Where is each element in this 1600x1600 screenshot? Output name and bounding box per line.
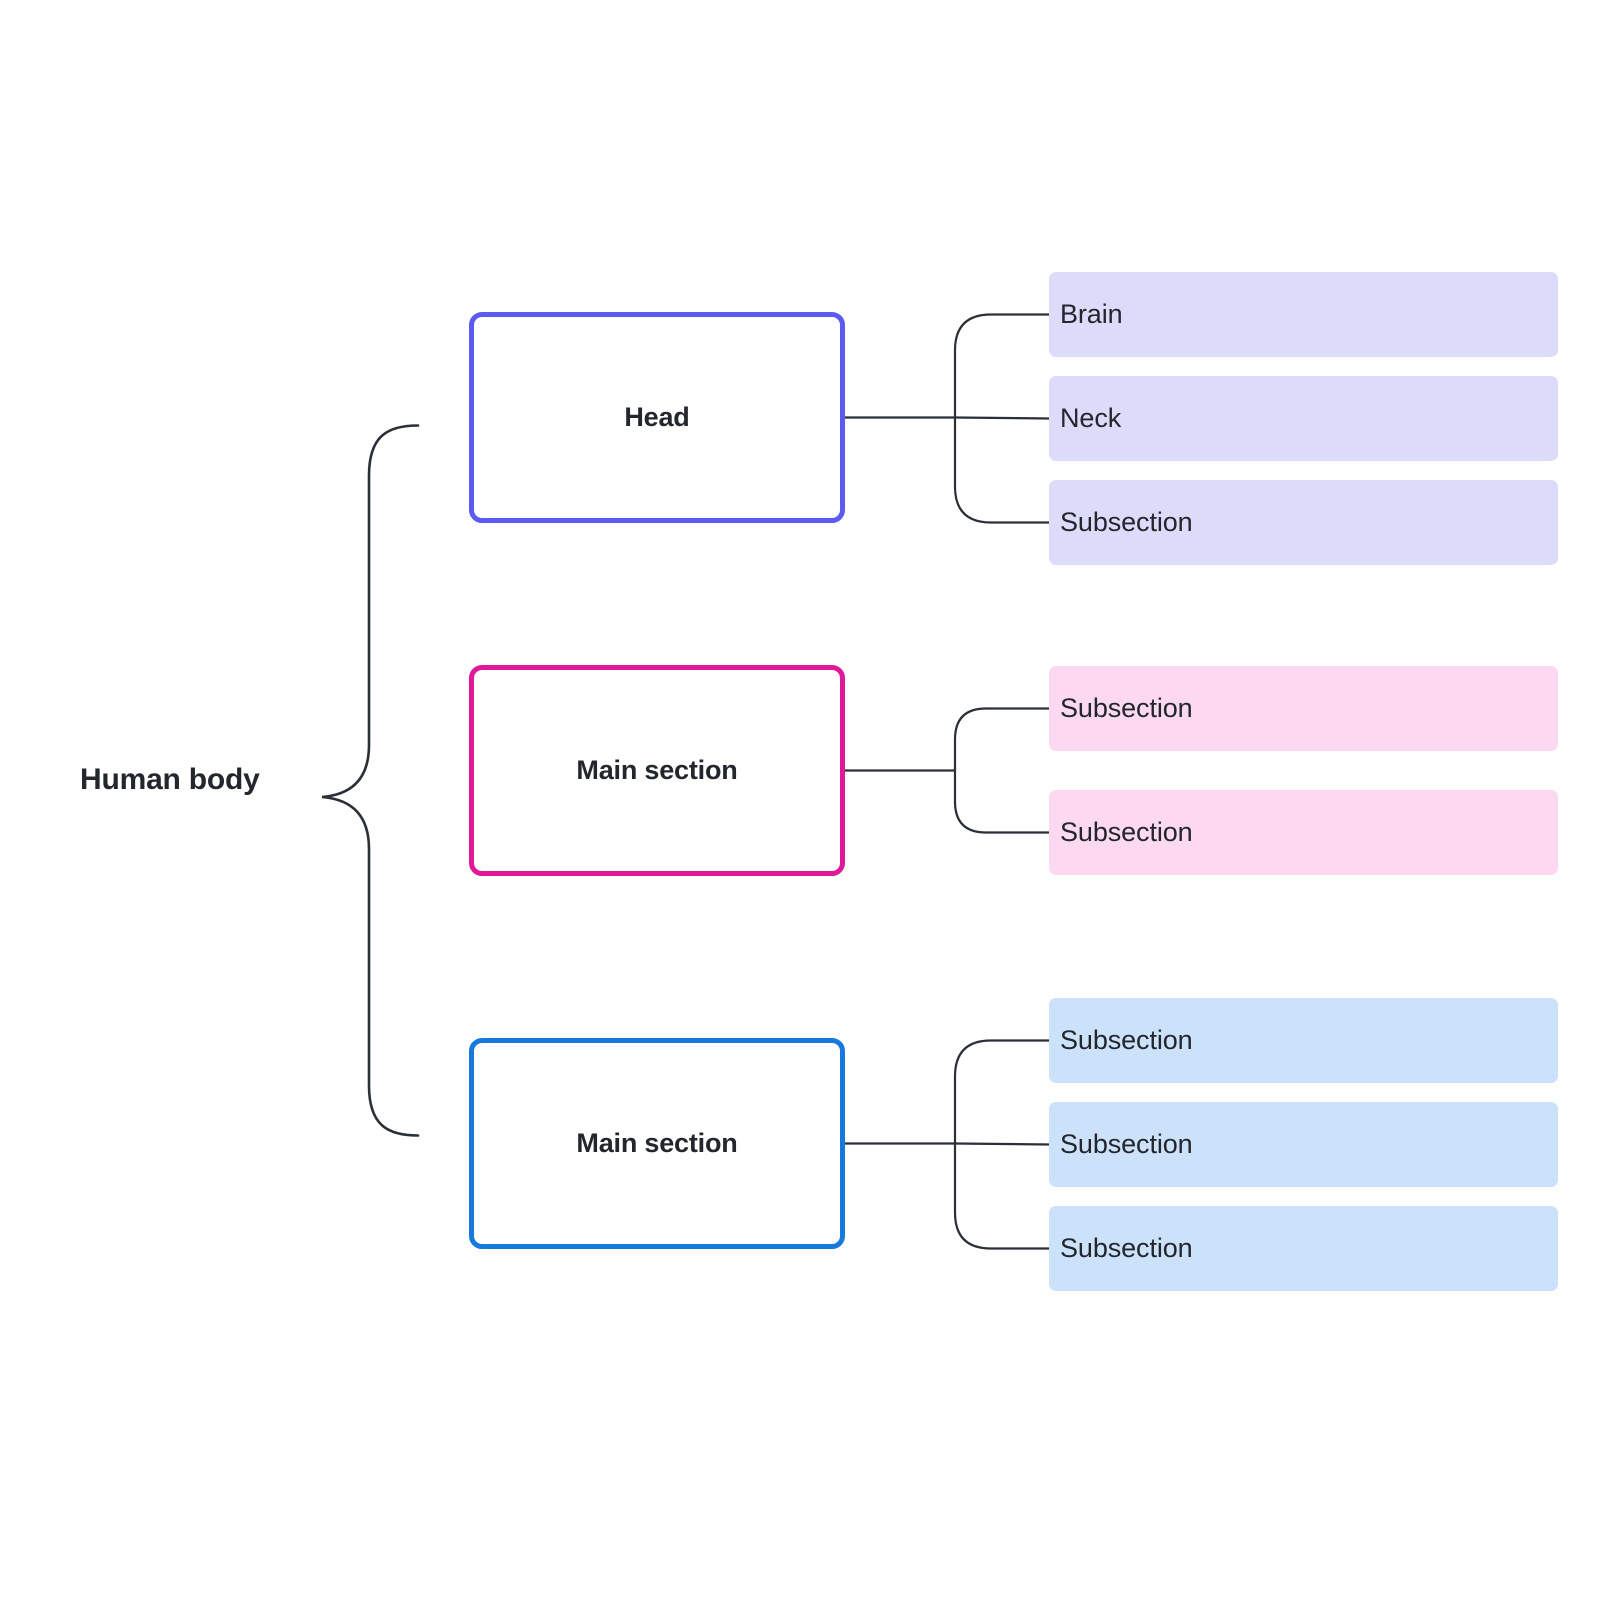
subsection-chip[interactable]: Subsection [1049,998,1558,1083]
mindmap-canvas: Human body Head Brain Neck Subsection Main s… [0,0,1600,1600]
child-connector [953,1039,1051,1145]
root-node-label: Human body [80,763,260,796]
node-box-label: Main section [576,1128,738,1158]
node-box-head[interactable]: Head [469,312,845,523]
node-box-main-section-pink[interactable]: Main section [469,665,845,876]
subsection-chip-label: Subsection [1060,507,1193,537]
node-box-label: Main section [576,755,738,785]
child-connector [953,416,1051,524]
subsection-chip-label: Subsection [1060,1025,1193,1055]
subsection-chip[interactable]: Brain [1049,272,1558,357]
subsection-chip[interactable]: Subsection [1049,790,1558,875]
subsection-chip-label: Subsection [1060,1129,1193,1159]
child-connector [953,707,1051,772]
node-box-label: Head [624,402,690,432]
subsection-chip[interactable]: Subsection [1049,1206,1558,1291]
subsection-chip[interactable]: Subsection [1049,1102,1558,1187]
subsection-chip-label: Brain [1060,299,1123,329]
child-connector [953,1142,1051,1250]
subsection-chip-label: Subsection [1060,693,1193,723]
subsection-chip[interactable]: Subsection [1049,666,1558,751]
child-connector [953,416,1051,420]
root-brace-connector [321,424,420,1137]
child-connector [953,313,1051,419]
subsection-chip[interactable]: Subsection [1049,480,1558,565]
node-box-main-section-blue[interactable]: Main section [469,1038,845,1249]
subsection-chip[interactable]: Neck [1049,376,1558,461]
subsection-chip-label: Subsection [1060,817,1193,847]
subsection-chip-label: Neck [1060,403,1122,433]
child-connector [953,1142,1051,1146]
child-connector [953,769,1051,834]
subsection-chip-label: Subsection [1060,1233,1193,1263]
